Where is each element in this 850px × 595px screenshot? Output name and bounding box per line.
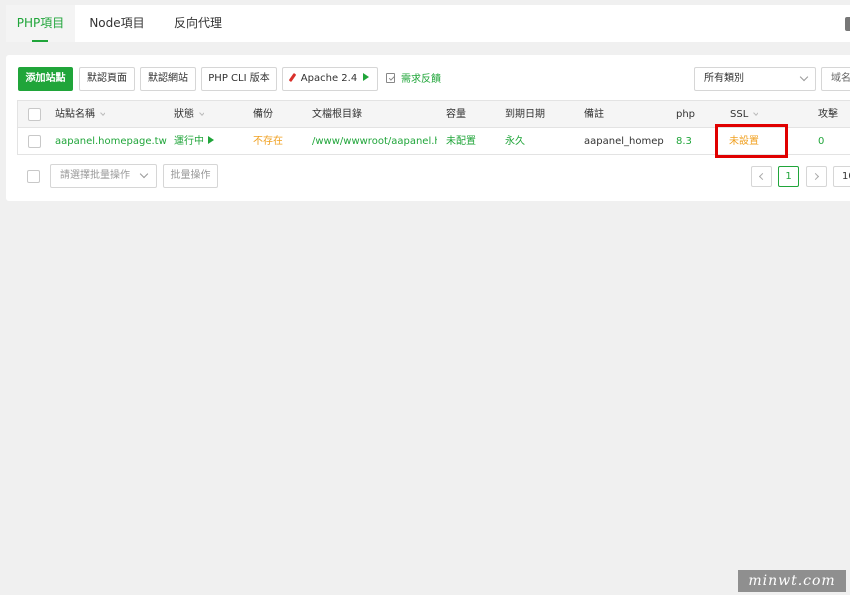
column-header-site-name[interactable]: 站點名稱 <box>55 101 105 128</box>
play-icon <box>363 73 370 81</box>
expire-date-link[interactable]: 永久 <box>505 128 525 155</box>
chevron-left-icon <box>758 172 767 181</box>
tab-reverse-proxy[interactable]: 反向代理 <box>161 5 235 42</box>
sort-icon <box>753 110 759 116</box>
tab-node-projects[interactable]: Node項目 <box>80 5 154 42</box>
feedback-label: 需求反饋 <box>401 74 441 85</box>
column-header-expire[interactable]: 到期日期 <box>505 101 545 128</box>
column-header-root-dir: 文檔根目錄 <box>312 109 362 120</box>
domain-search-placeholder: 域名或 <box>831 73 850 84</box>
attack-count-link[interactable]: 0 <box>818 128 824 155</box>
sort-icon <box>100 110 105 116</box>
php-cli-version-button[interactable]: PHP CLI 版本 <box>201 67 277 91</box>
root-dir-link[interactable]: /www/wwwroot/aapanel.h... <box>312 128 437 155</box>
sort-icon <box>199 110 204 116</box>
apache-label: Apache 2.4 <box>300 73 358 84</box>
page-1-button[interactable]: 1 <box>778 166 799 187</box>
site-name-link[interactable]: aapanel.homepage.tw <box>55 128 167 155</box>
project-tab-bar: PHP項目 Node項目 反向代理 <box>6 5 850 42</box>
chevron-down-icon <box>139 169 149 179</box>
default-site-button[interactable]: 默認網站 <box>140 67 196 91</box>
batch-operation-placeholder: 請選擇批量操作 <box>60 170 130 181</box>
tab-php-projects[interactable]: PHP項目 <box>6 5 75 42</box>
column-header-backup: 備份 <box>253 109 273 120</box>
backup-status-link[interactable]: 不存在 <box>253 128 283 155</box>
site-list-panel: 添加站點 默認頁面 默認網站 PHP CLI 版本 Apache 2.4 需求反… <box>6 55 850 201</box>
prev-page-button[interactable] <box>751 166 772 187</box>
table-row: aapanel.homepage.tw 運行中 不存在 /www/wwwroot… <box>18 124 850 158</box>
default-page-button[interactable]: 默認頁面 <box>79 67 135 91</box>
chevron-right-icon <box>811 172 820 181</box>
play-icon <box>208 136 214 144</box>
feedback-link[interactable]: 需求反饋 <box>386 73 441 87</box>
ssl-highlight-box <box>715 124 788 158</box>
add-site-button[interactable]: 添加站點 <box>18 67 73 91</box>
apache-feather-icon <box>288 72 297 83</box>
edit-icon <box>386 73 395 83</box>
column-header-note: 備註 <box>584 109 604 120</box>
page-size-select[interactable]: 10 <box>833 166 850 187</box>
php-version-link[interactable]: 8.3 <box>676 128 692 155</box>
settings-icon[interactable] <box>845 17 850 31</box>
site-watermark: minwt.com <box>738 570 846 592</box>
apache-service-button[interactable]: Apache 2.4 <box>282 67 378 91</box>
batch-operation-select[interactable]: 請選擇批量操作 <box>50 164 157 188</box>
site-status-toggle[interactable]: 運行中 <box>174 128 214 155</box>
column-header-quota: 容量 <box>446 109 466 120</box>
site-table: 站點名稱 狀態 備份 文檔根目錄 容量 到期日期 備註 php SSL 攻擊 a… <box>17 100 850 158</box>
batch-operation-button[interactable]: 批量操作 <box>163 164 218 188</box>
next-page-button[interactable] <box>806 166 827 187</box>
footer-select-all-checkbox[interactable] <box>27 170 40 183</box>
category-select-value: 所有類別 <box>704 73 744 84</box>
row-checkbox[interactable] <box>28 135 41 148</box>
site-note[interactable]: aapanel_homepage <box>584 128 664 155</box>
category-select[interactable]: 所有類別 <box>694 67 816 91</box>
domain-search-input[interactable]: 域名或 <box>821 67 850 91</box>
column-header-attack: 攻擊 <box>818 109 838 120</box>
select-all-checkbox[interactable] <box>28 108 41 121</box>
column-header-status[interactable]: 狀態 <box>174 101 204 128</box>
chevron-down-icon <box>799 72 809 82</box>
quota-link[interactable]: 未配置 <box>446 128 476 155</box>
column-header-php: php <box>676 109 696 120</box>
